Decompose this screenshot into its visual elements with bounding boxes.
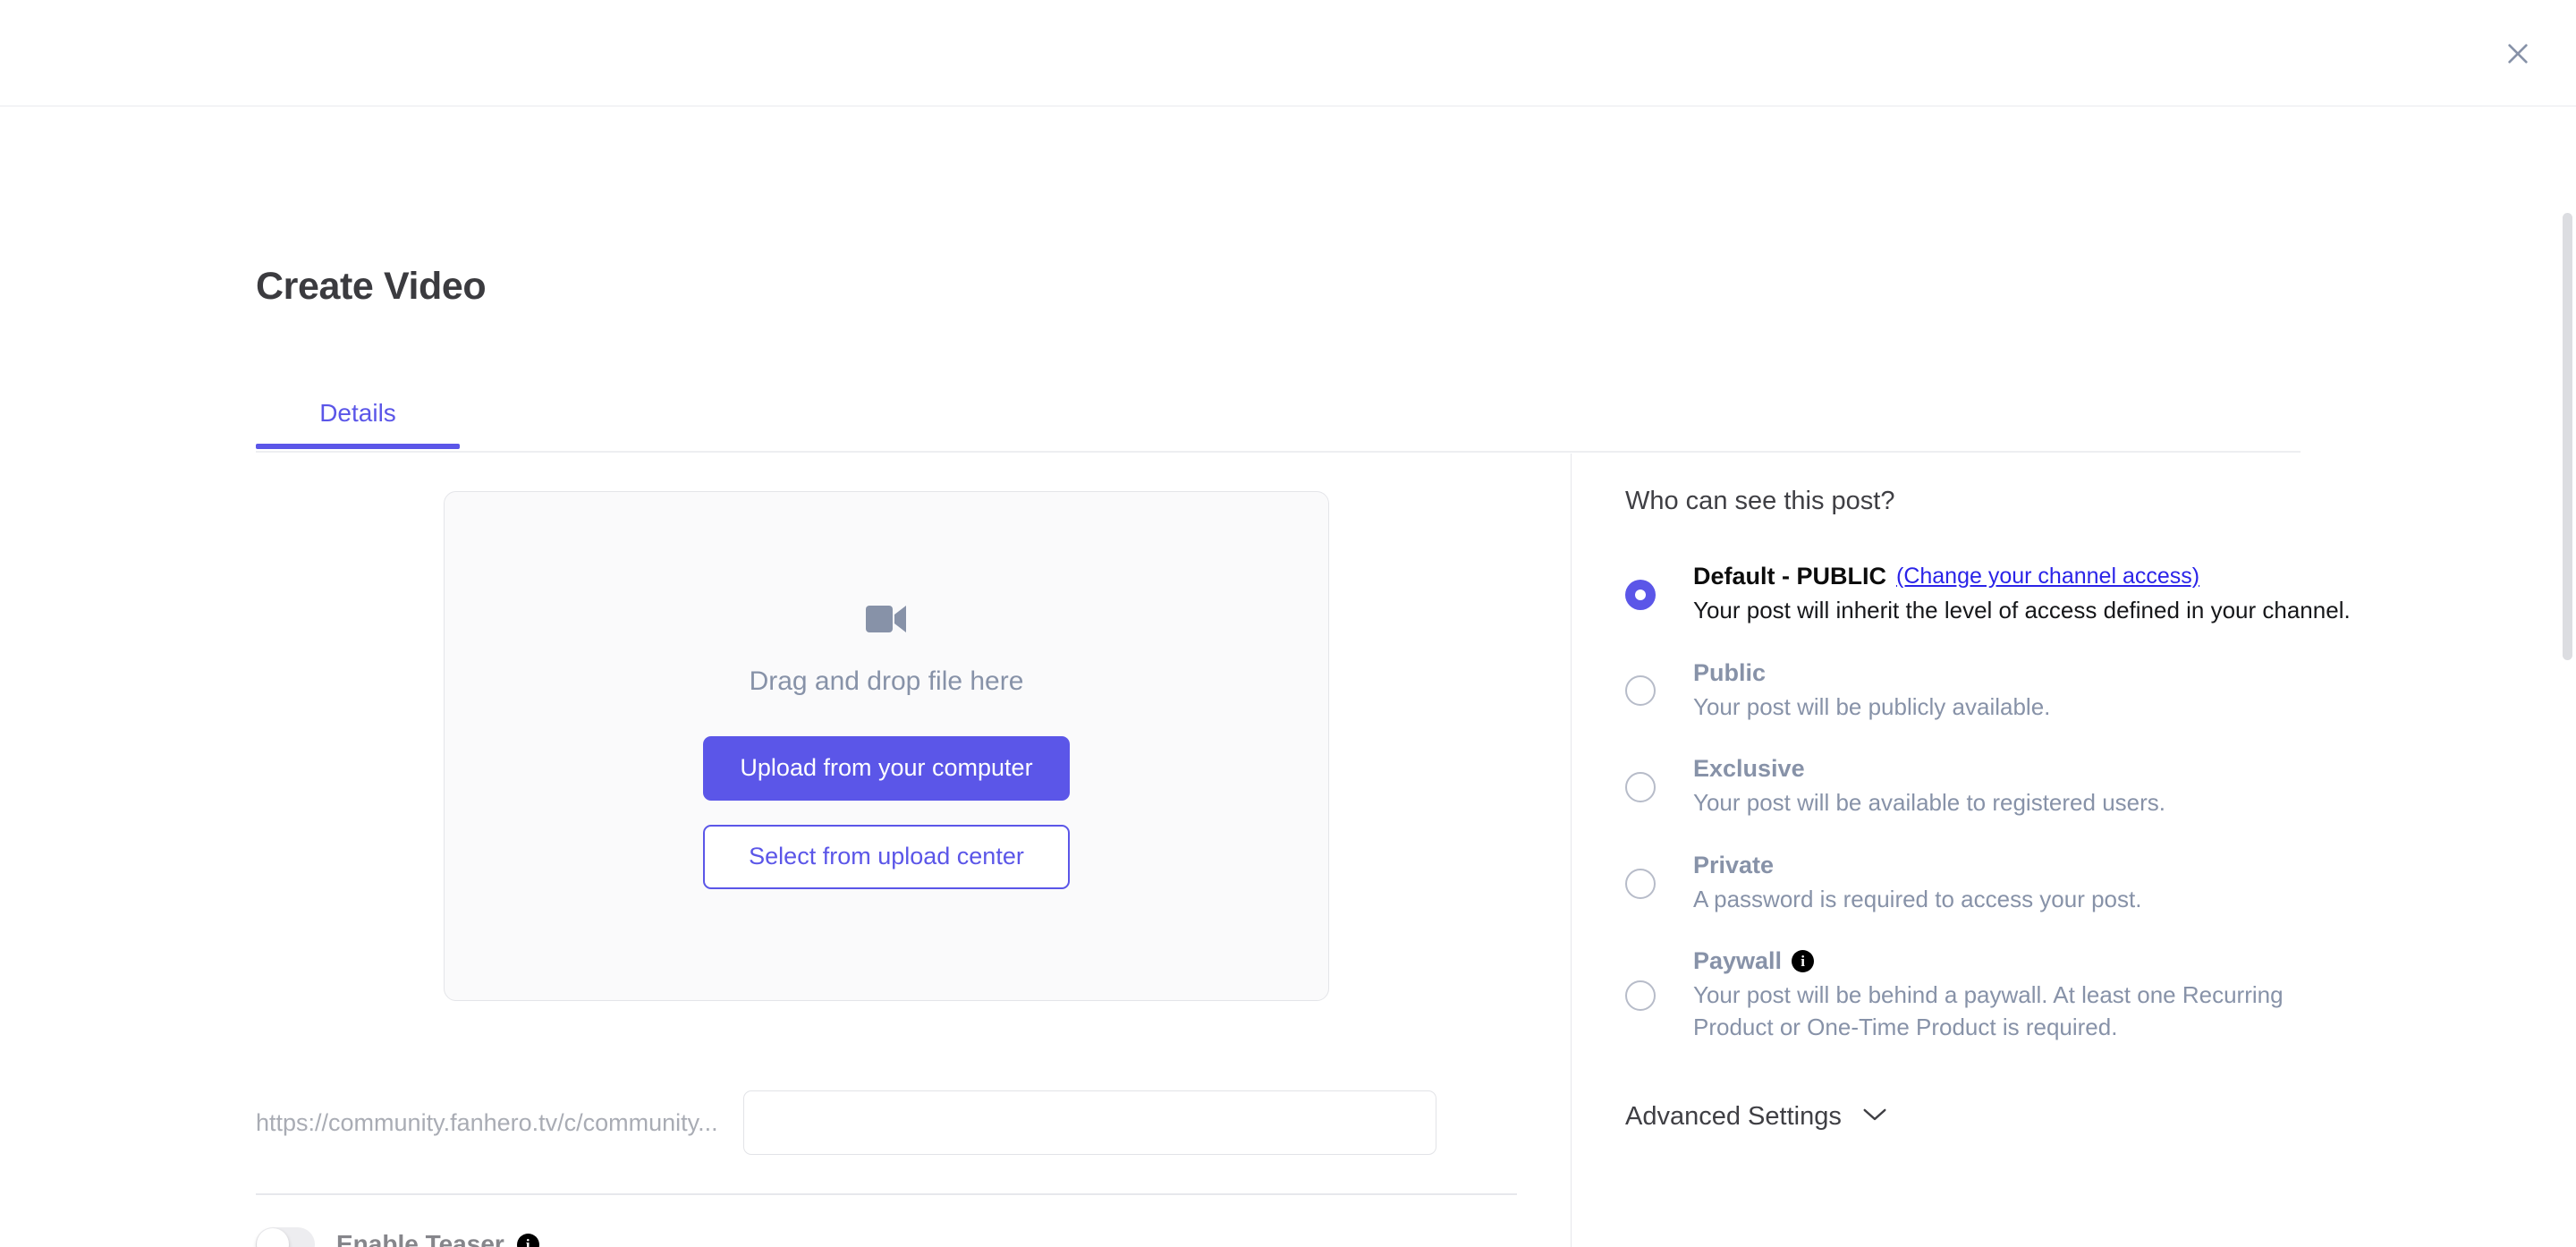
info-icon[interactable]: i <box>1792 950 1815 973</box>
left-column: Drag and drop file here Upload from your… <box>256 491 1517 1001</box>
visibility-option-public[interactable]: Public Your post will be publicly availa… <box>1625 659 2359 724</box>
chevron-down-icon <box>1861 1107 1888 1127</box>
option-description: Your post will be behind a paywall. At l… <box>1693 981 2284 1041</box>
visibility-option-private[interactable]: Private A password is required to access… <box>1625 852 2359 916</box>
option-title: Default - PUBLIC <box>1693 563 1886 590</box>
option-description: A password is required to access your po… <box>1693 885 2142 912</box>
advanced-settings-toggle[interactable]: Advanced Settings <box>1625 1102 1888 1132</box>
option-description: Your post will be available to registere… <box>1693 789 2165 817</box>
visibility-heading: Who can see this post? <box>1625 487 1895 515</box>
radio-button[interactable] <box>1625 772 1656 803</box>
option-title: Exclusive <box>1693 755 1805 783</box>
close-button[interactable] <box>2498 34 2538 73</box>
option-title: Public <box>1693 658 1767 686</box>
select-from-upload-center-button[interactable]: Select from upload center <box>703 824 1070 889</box>
page-title: Create Video <box>256 265 487 308</box>
radio-button[interactable] <box>1625 868 1656 899</box>
modal-body: Create Video Details Drag and drop file … <box>0 106 2576 1247</box>
option-description: Your post will inherit the level of acce… <box>1693 597 2351 624</box>
tab-details[interactable]: Details <box>256 399 460 449</box>
info-icon[interactable]: i <box>516 1233 539 1247</box>
close-icon <box>2504 39 2532 68</box>
enable-teaser-label: Enable Teaser <box>336 1230 504 1247</box>
visibility-option-default-public[interactable]: Default - PUBLIC (Change your channel ac… <box>1625 563 2359 627</box>
option-title: Paywall <box>1693 947 1783 975</box>
option-title: Private <box>1693 851 1775 878</box>
dropzone-text: Drag and drop file here <box>749 666 1024 696</box>
visibility-option-exclusive[interactable]: Exclusive Your post will be available to… <box>1625 755 2359 819</box>
video-camera-icon <box>866 604 907 634</box>
toggle-knob <box>257 1228 289 1247</box>
radio-button[interactable] <box>1625 675 1656 707</box>
scrollbar-thumb[interactable] <box>2563 213 2572 660</box>
radio-button[interactable] <box>1625 980 1656 1012</box>
enable-teaser-row: Enable Teaser i <box>256 1227 539 1247</box>
visibility-option-paywall[interactable]: Paywall i Your post will be behind a pay… <box>1625 947 2359 1043</box>
upload-from-computer-button[interactable]: Upload from your computer <box>703 735 1070 801</box>
enable-teaser-toggle[interactable] <box>256 1227 315 1247</box>
radio-button[interactable] <box>1625 579 1656 610</box>
file-dropzone[interactable]: Drag and drop file here Upload from your… <box>444 491 1329 1001</box>
change-channel-access-link[interactable]: (Change your channel access) <box>1896 564 2199 590</box>
url-prefix-label: https://community.fanhero.tv/c/community… <box>256 1108 718 1136</box>
modal-header <box>0 0 2576 106</box>
visibility-panel: Who can see this post? Default - PUBLIC … <box>1625 487 2359 1044</box>
scrollbar-track[interactable] <box>2560 213 2576 1247</box>
option-description: Your post will be publicly available. <box>1693 692 2051 720</box>
column-divider <box>1571 454 1572 1247</box>
advanced-settings-label: Advanced Settings <box>1625 1102 1842 1131</box>
section-divider <box>256 1193 1517 1195</box>
url-slug-input[interactable] <box>742 1090 1436 1155</box>
post-url-row: https://community.fanhero.tv/c/community… <box>256 1090 1517 1155</box>
tab-bar: Details <box>256 399 2301 453</box>
